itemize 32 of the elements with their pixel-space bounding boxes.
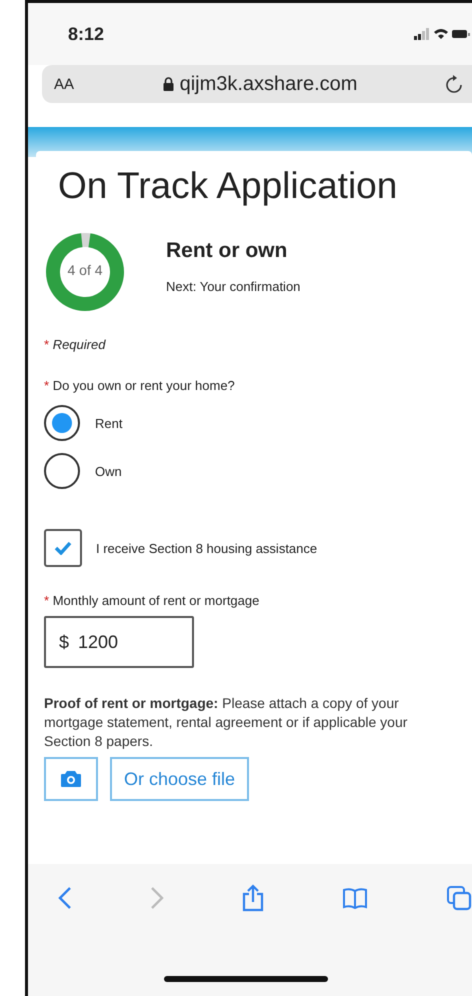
share-icon[interactable] (242, 884, 264, 912)
checkbox[interactable] (44, 529, 82, 567)
text-size-button[interactable]: AA (54, 76, 74, 92)
tabs-icon[interactable] (446, 885, 472, 911)
back-icon[interactable] (58, 886, 72, 910)
url-text: qijm3k.axshare.com (180, 72, 358, 96)
required-note: Required (52, 337, 106, 352)
radio-button[interactable] (44, 453, 80, 489)
question-label: Do you own or rent your home? (52, 378, 235, 393)
check-icon (54, 541, 72, 555)
book-icon[interactable] (342, 887, 368, 909)
required-mark: * (44, 593, 50, 608)
step-title: Rent or own (166, 239, 288, 263)
proof-instructions: Proof of rent or mortgage: Please attach a copy of your mortgage statement, rental agreement or if applicable your Section 8 papers. (44, 694, 408, 751)
choose-file-button[interactable]: Or choose file (110, 757, 250, 801)
amount-label: Monthly amount of rent or mortgage (52, 593, 260, 608)
required-mark: * (44, 337, 50, 352)
reload-icon[interactable] (446, 75, 462, 93)
checkbox-label: I receive Section 8 housing assistance (96, 540, 318, 556)
lock-icon (162, 77, 174, 91)
amount-field[interactable]: $ 1200 (44, 616, 194, 668)
radio-button[interactable] (44, 405, 80, 441)
radio-label: Rent (95, 416, 122, 430)
camera-icon (61, 771, 81, 787)
status-icons (414, 27, 470, 41)
radio-label: Own (95, 464, 122, 478)
required-mark: * (44, 378, 50, 393)
address-bar[interactable]: AA qijm3k.axshare.com (42, 65, 472, 103)
camera-button[interactable] (44, 757, 98, 801)
status-time: 8:12 (68, 24, 104, 44)
next-step-text: Next: Your confirmation (166, 279, 300, 294)
step-count: 4 of 4 (66, 262, 104, 278)
